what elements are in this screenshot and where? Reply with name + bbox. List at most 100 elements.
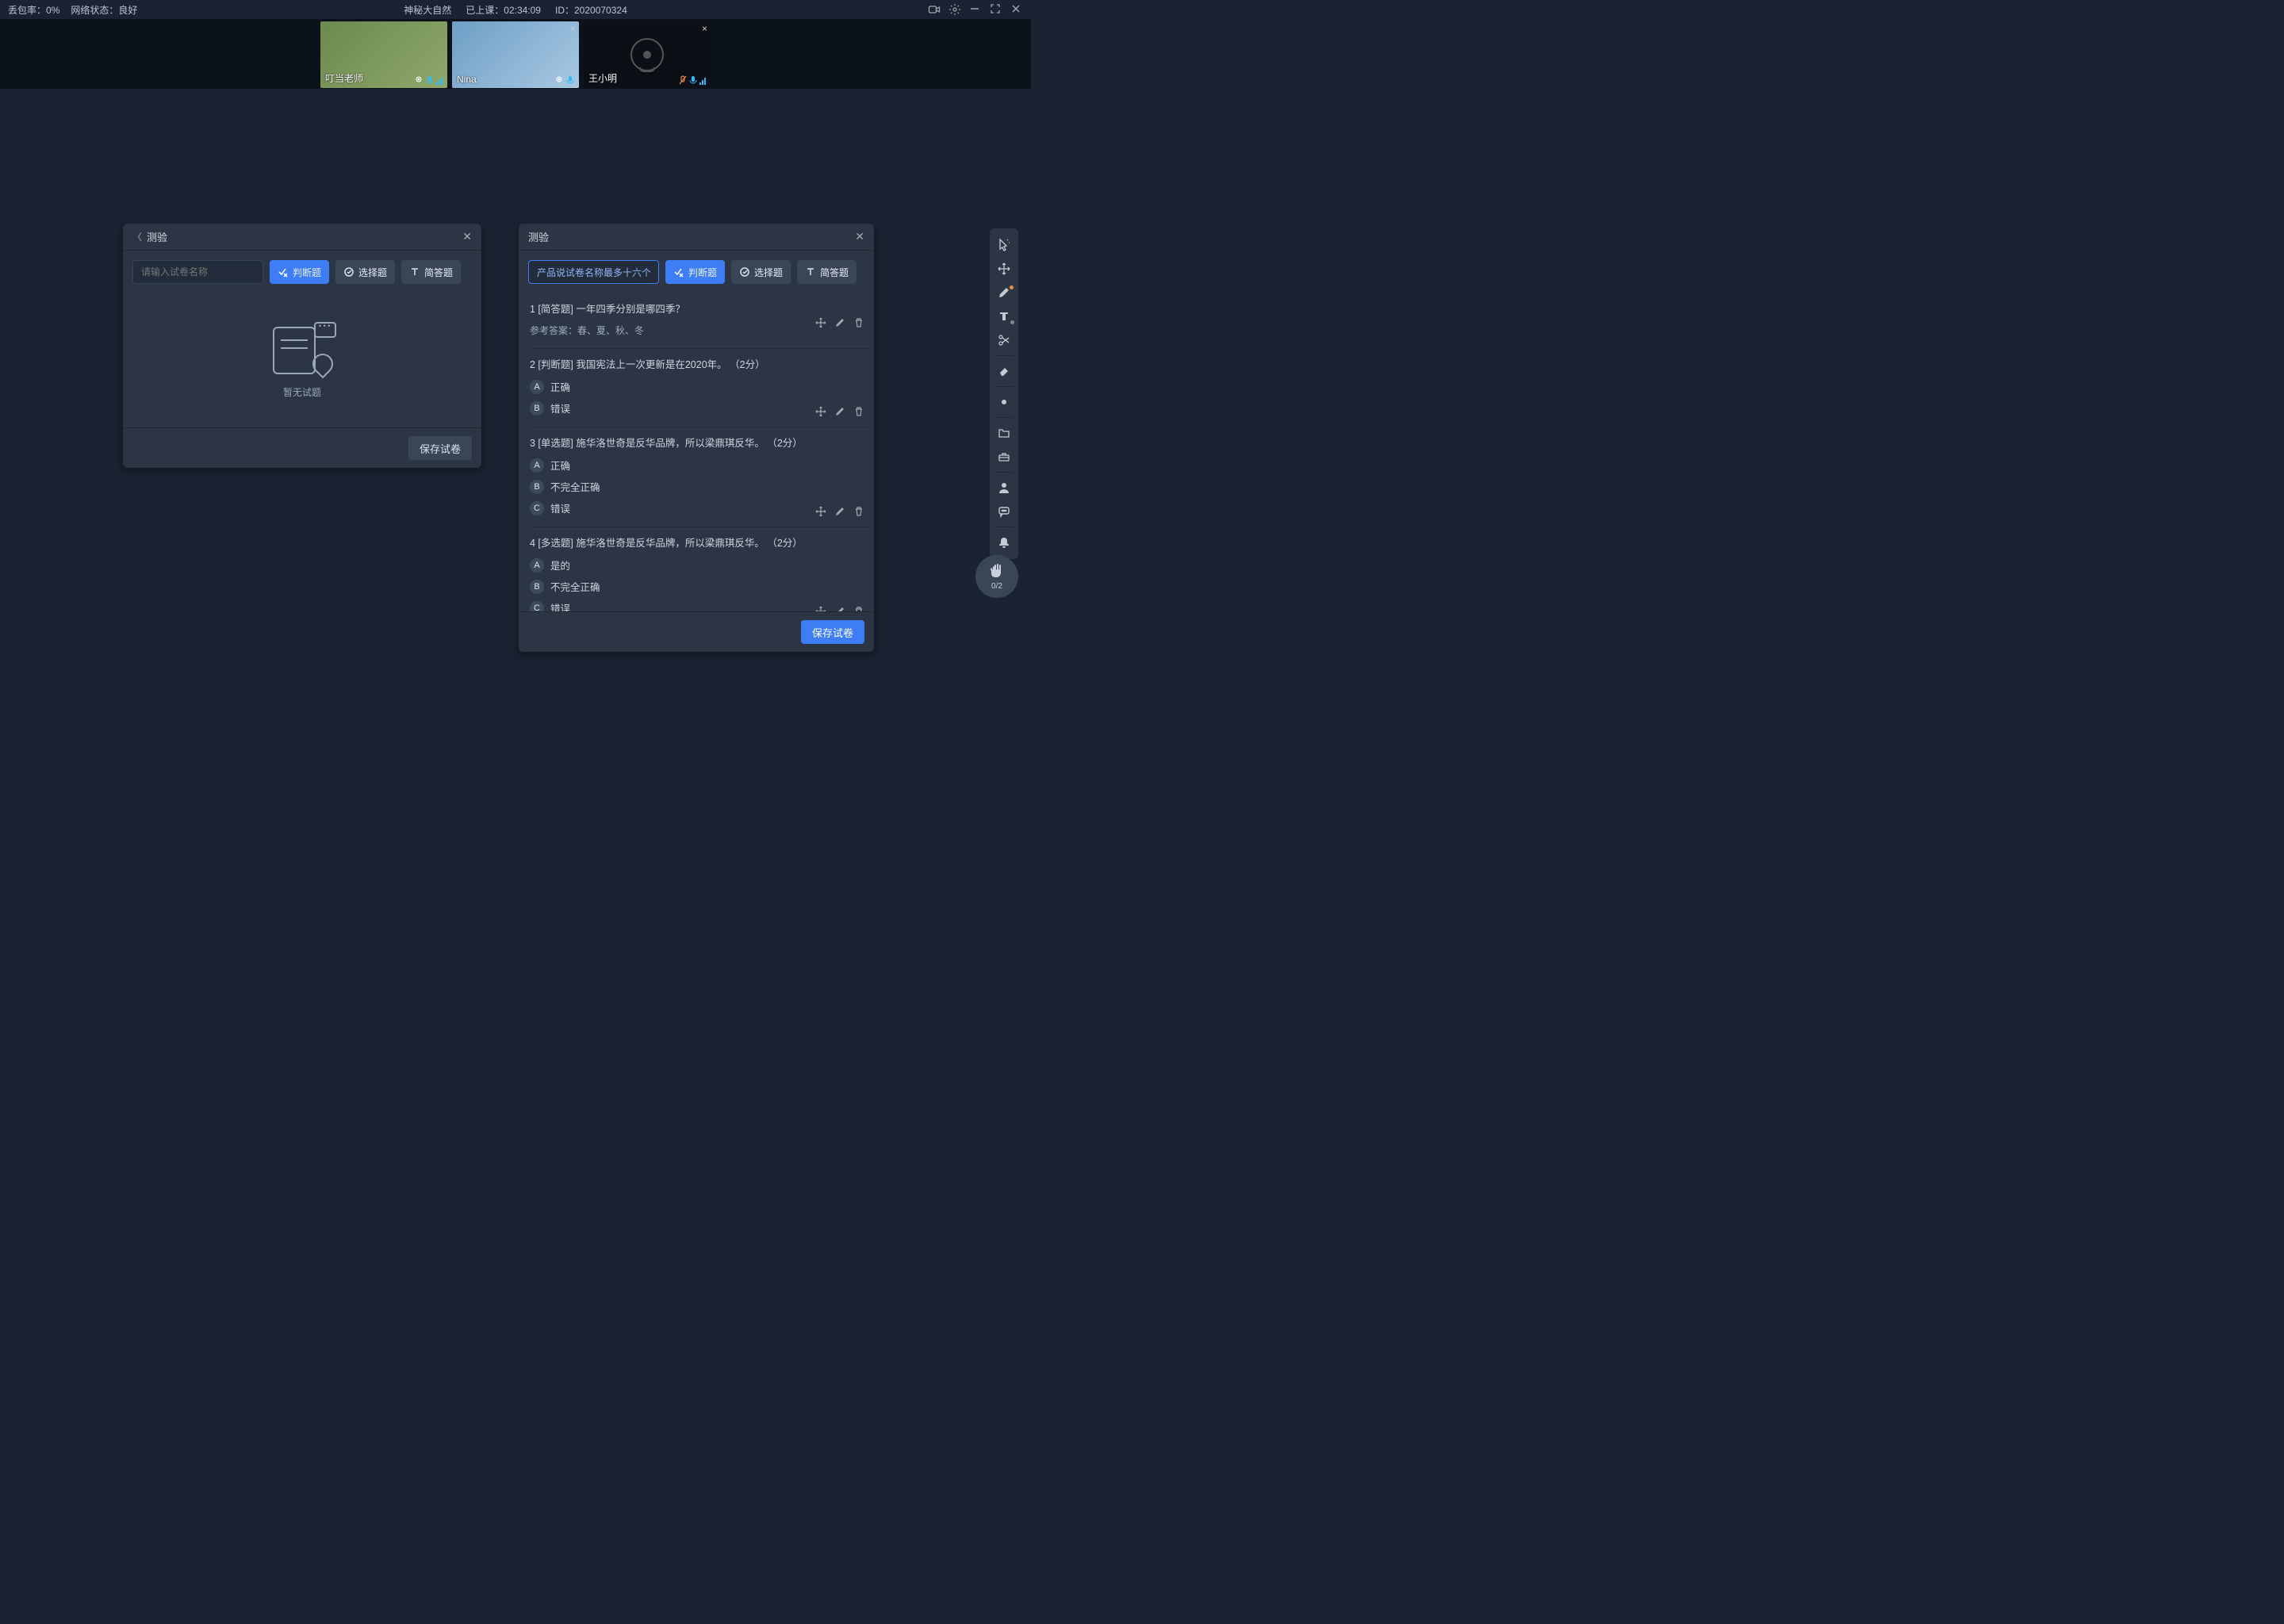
back-icon[interactable]: 〈 (132, 230, 142, 243)
toolbox-tool[interactable] (990, 445, 1018, 469)
bell-tool[interactable] (990, 530, 1018, 554)
mic-icon (689, 75, 697, 85)
empty-illustration-icon (266, 322, 338, 377)
question-list[interactable]: 1 [简答题] 一年四季分别是哪四季？参考答案：春、夏、秋、冬 2 [判断题] … (519, 293, 874, 611)
question-item: 2 [判断题] 我国宪法上一次更新是在2020年。 （2分） A正确 B 错误 (530, 349, 872, 427)
option-text: 错误 (550, 400, 570, 416)
camera-toggle-icon[interactable] (928, 3, 941, 16)
delete-icon[interactable] (853, 606, 864, 611)
truefalse-icon (673, 266, 684, 278)
option-text: 正确 (550, 379, 570, 394)
close-window-icon[interactable] (1010, 3, 1023, 16)
edit-icon[interactable] (834, 406, 845, 417)
add-shortanswer-button[interactable]: 简答题 (797, 260, 856, 284)
question-item: 4 [多选题] 施华洛世奇是反华品牌，所以梁鼎琪反华。 （2分）A是的B不完全正… (530, 527, 872, 611)
question-title: 3 [单选题] 施华洛世奇是反华品牌，所以梁鼎琪反华。 （2分） (530, 435, 872, 451)
settings-icon[interactable] (948, 3, 961, 16)
option-badge: C (530, 501, 544, 515)
move-tool[interactable] (990, 257, 1018, 281)
eraser-tool[interactable] (990, 359, 1018, 383)
truefalse-icon (278, 266, 289, 278)
save-quiz-button[interactable]: 保存试卷 (801, 620, 864, 644)
add-choice-button[interactable]: 选择题 (335, 260, 395, 284)
participant-name: 叮当老师 (325, 71, 363, 85)
edit-icon[interactable] (834, 317, 845, 328)
choice-icon (343, 266, 354, 278)
move-icon[interactable] (815, 606, 826, 611)
save-quiz-button[interactable]: 保存试卷 (408, 436, 472, 460)
empty-text: 暂无试题 (283, 385, 321, 399)
choice-icon (739, 266, 750, 278)
move-icon[interactable] (815, 506, 826, 517)
option-badge: B (530, 401, 544, 416)
folder-tool[interactable] (990, 421, 1018, 445)
minimize-icon[interactable] (969, 3, 982, 16)
quiz-panel-empty: 〈 测验 ✕ 判断题 选择题 简答题 暂无试题 保存试卷 (123, 224, 481, 468)
video-tile-camera-off[interactable]: × 王小明 (584, 21, 711, 88)
move-icon[interactable] (815, 406, 826, 417)
question-item: 3 [单选题] 施华洛世奇是反华品牌，所以梁鼎琪反华。 （2分） A 正确 B不完全正… (530, 427, 872, 527)
question-tools (815, 506, 864, 517)
video-tile-student[interactable]: × Nina (452, 21, 579, 88)
elapsed-time: 已上课：02:34:09 (466, 3, 541, 17)
option-text: 正确 (550, 458, 570, 473)
question-tools (815, 406, 864, 417)
option-badge: C (530, 601, 544, 612)
whiteboard-toolbar (990, 228, 1018, 559)
quiz-panel-edit: 测验 ✕ 判断题 选择题 简答题 1 [简答题] 一年四季分别是哪四季？参考答案… (519, 224, 874, 652)
option-badge: B (530, 580, 544, 594)
camera-off-icon (630, 38, 664, 71)
pointer-tool[interactable] (990, 233, 1018, 257)
hand-icon (988, 563, 1006, 580)
question-option[interactable]: A 正确 (530, 458, 872, 473)
mic-icon (426, 75, 434, 85)
video-tile-teacher[interactable]: 叮当老师 (320, 21, 447, 88)
question-option[interactable]: B不完全正确 (530, 479, 872, 494)
tile-close-icon[interactable]: × (702, 23, 707, 34)
webcam-icon (414, 75, 423, 85)
laser-tool[interactable] (990, 390, 1018, 414)
empty-state: 暂无试题 (123, 293, 481, 427)
option-text: 错误 (550, 600, 570, 611)
tile-close-icon[interactable]: × (570, 23, 576, 34)
option-text: 不完全正确 (550, 479, 600, 494)
add-shortanswer-button[interactable]: 简答题 (401, 260, 461, 284)
question-option[interactable]: A正确 (530, 379, 872, 394)
option-badge: A (530, 458, 544, 473)
raise-hand-count: 0/2 (991, 582, 1002, 591)
option-text: 是的 (550, 557, 570, 573)
chat-tool[interactable] (990, 500, 1018, 523)
panel-close-icon[interactable]: ✕ (855, 230, 864, 243)
user-tool[interactable] (990, 476, 1018, 500)
participant-name: 王小明 (588, 71, 617, 85)
delete-icon[interactable] (853, 506, 864, 517)
edit-icon[interactable] (834, 506, 845, 517)
question-option[interactable]: B不完全正确 (530, 579, 872, 594)
quiz-name-input[interactable] (132, 260, 263, 284)
add-truefalse-button[interactable]: 判断题 (270, 260, 329, 284)
delete-icon[interactable] (853, 317, 864, 328)
panel-close-icon[interactable]: ✕ (462, 230, 472, 243)
add-truefalse-button[interactable]: 判断题 (665, 260, 725, 284)
webcam-icon (554, 75, 564, 85)
delete-icon[interactable] (853, 406, 864, 417)
pen-tool[interactable] (990, 281, 1018, 304)
class-title: 神秘大自然 (404, 3, 451, 17)
fullscreen-icon[interactable] (990, 3, 1002, 16)
question-item: 1 [简答题] 一年四季分别是哪四季？参考答案：春、夏、秋、冬 (530, 293, 872, 349)
raise-hand-badge[interactable]: 0/2 (975, 555, 1018, 598)
packet-loss: 丢包率：0% (8, 3, 59, 17)
text-icon (409, 266, 420, 278)
edit-icon[interactable] (834, 606, 845, 611)
quiz-name-input[interactable] (528, 260, 659, 284)
scissors-tool[interactable] (990, 328, 1018, 352)
question-title: 2 [判断题] 我国宪法上一次更新是在2020年。 （2分） (530, 357, 872, 373)
option-badge: A (530, 558, 544, 573)
move-icon[interactable] (815, 317, 826, 328)
question-option[interactable]: A 是的 (530, 557, 872, 573)
participant-name: Nina (457, 74, 477, 85)
add-choice-button[interactable]: 选择题 (731, 260, 791, 284)
session-id: ID：2020070324 (555, 3, 627, 17)
text-tool[interactable] (990, 304, 1018, 328)
mic-icon (566, 75, 574, 85)
